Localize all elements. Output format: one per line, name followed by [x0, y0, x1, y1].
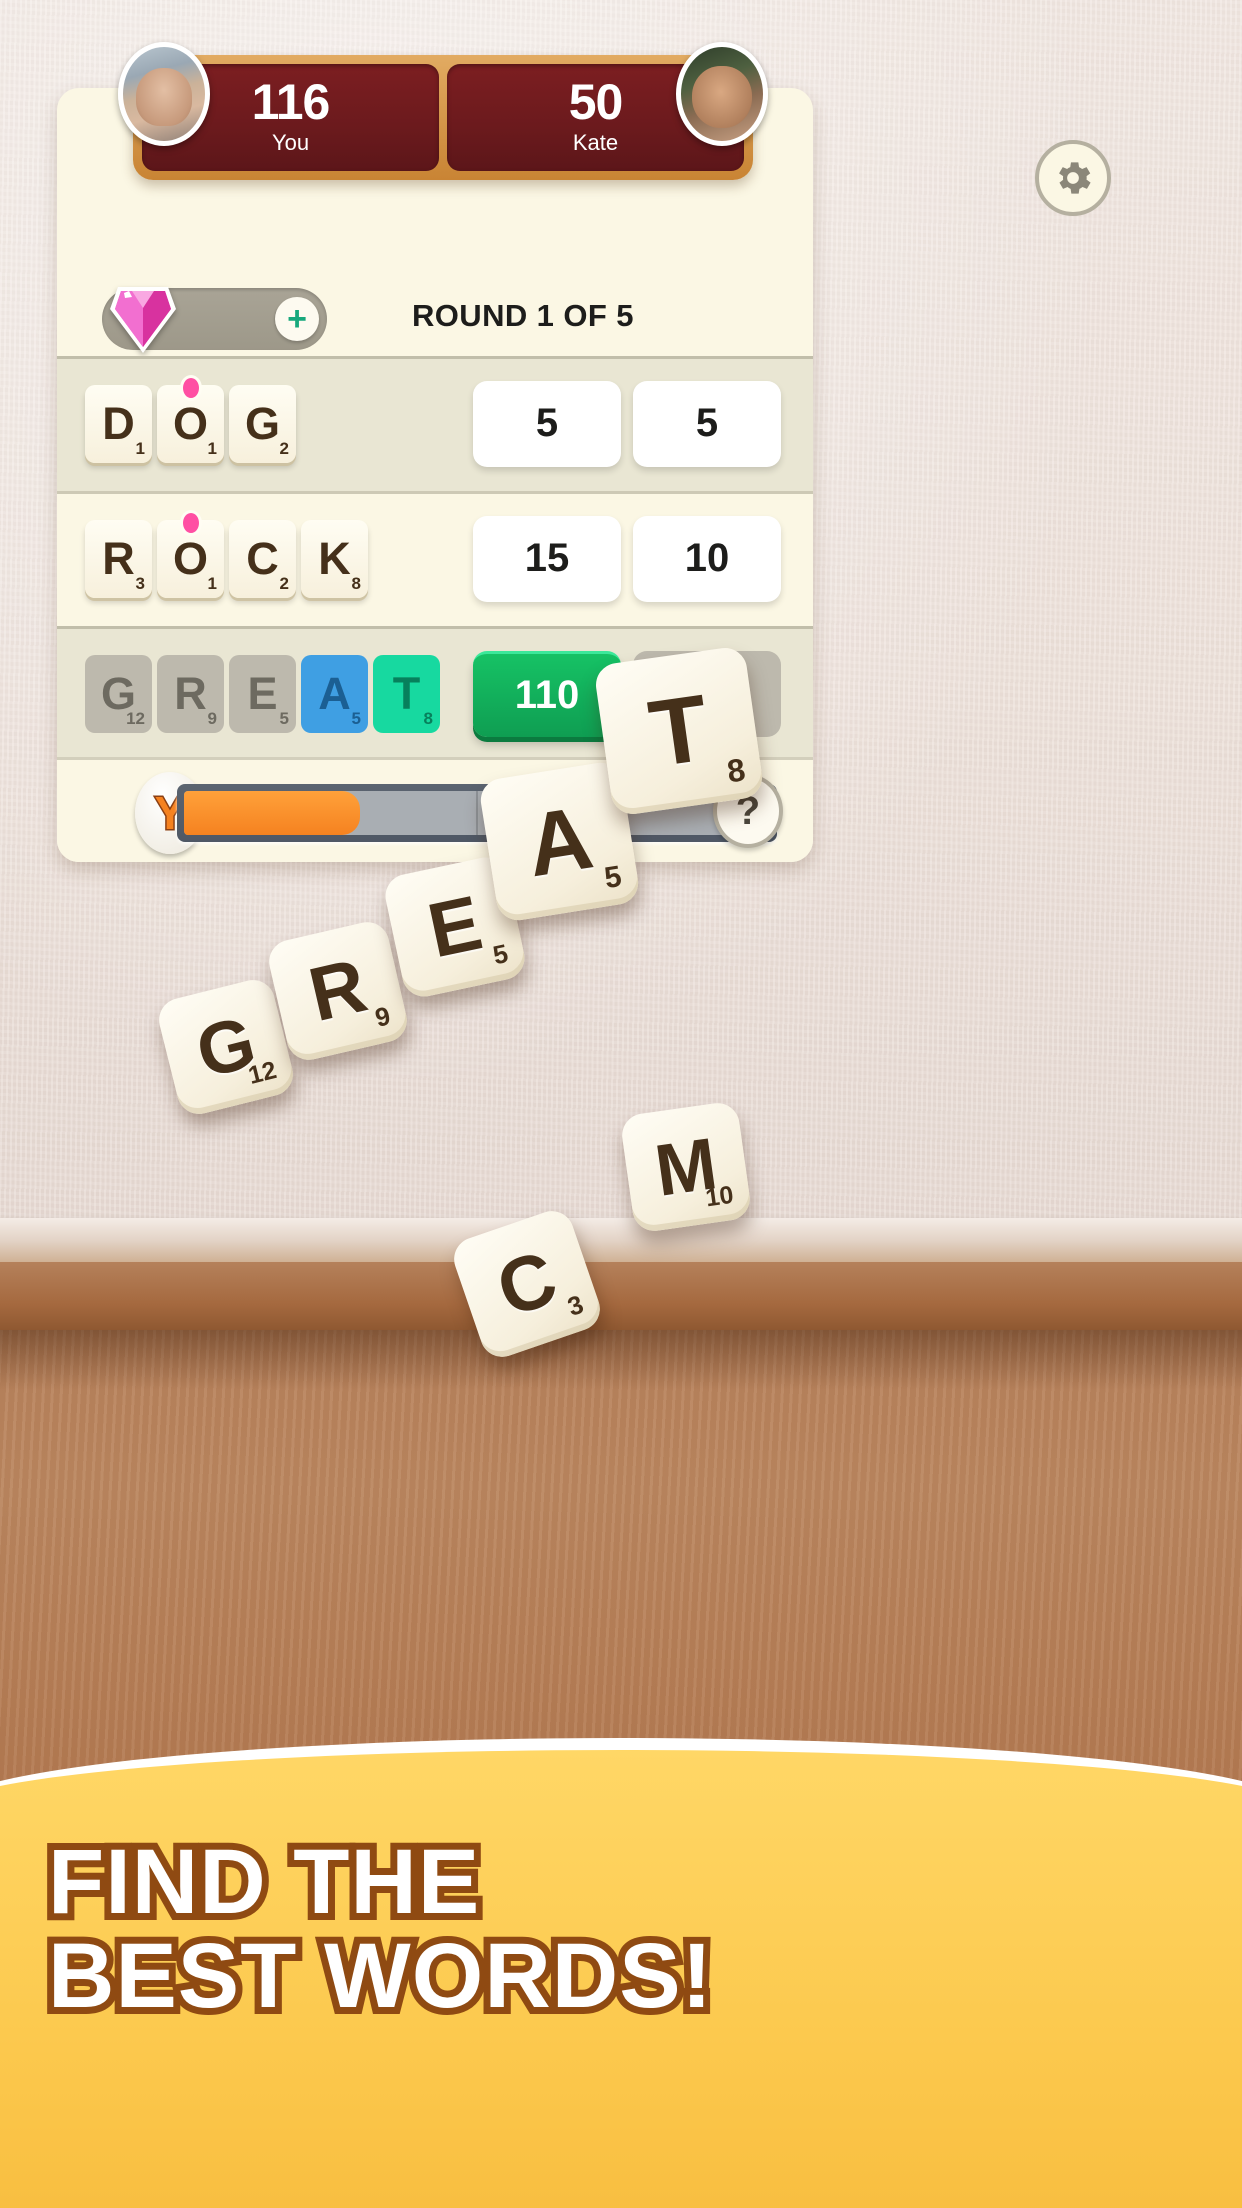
- tile-points: 1: [207, 438, 217, 458]
- tile-letter: A: [318, 668, 351, 719]
- player-name: You: [271, 130, 310, 156]
- falling-letter-tile: M 10: [619, 1100, 753, 1234]
- tile-points: 12: [126, 708, 145, 728]
- score-you: 15: [473, 515, 621, 602]
- letter-tile[interactable]: C2: [229, 519, 296, 598]
- letter-tile[interactable]: D1: [85, 384, 152, 463]
- tile-group: D1O1G2: [85, 374, 296, 463]
- tile-letter: T: [392, 668, 421, 719]
- score-them: 5: [633, 380, 781, 467]
- table-edge: [0, 1262, 1242, 1332]
- row-scores: 15 10: [467, 491, 787, 626]
- tile-letter: E: [247, 668, 278, 719]
- round-label: ROUND 1 OF 5: [412, 298, 634, 333]
- tile-letter: C: [246, 533, 279, 584]
- avatar[interactable]: [676, 42, 768, 146]
- tile-letter: D: [102, 398, 135, 449]
- tile-points: 8: [724, 751, 748, 790]
- score-you: 5: [473, 380, 621, 467]
- gem-counter[interactable]: 0 +: [102, 287, 327, 353]
- letter-tile[interactable]: R9: [157, 654, 224, 733]
- score-value: 116: [251, 73, 331, 130]
- tile-marker-dot: [179, 509, 202, 536]
- tile-points: 12: [245, 1056, 280, 1090]
- tile-letter: G: [244, 398, 280, 449]
- letter-tile[interactable]: R3: [85, 519, 152, 598]
- tile-points: 2: [279, 573, 289, 593]
- tile-points: 5: [602, 859, 624, 896]
- tile-points: 8: [423, 708, 433, 728]
- promo-line-2: BEST WORDS!: [41, 1922, 719, 2030]
- letter-tile[interactable]: O1: [157, 509, 224, 598]
- letter-tile[interactable]: T8: [373, 654, 440, 733]
- tile-letter: R: [102, 533, 135, 584]
- tile-points: 9: [372, 1000, 394, 1033]
- wall-ledge: [0, 1218, 1242, 1268]
- tile-points: 1: [135, 438, 145, 458]
- tile-letter: R: [174, 668, 207, 719]
- status-row: 0 + ROUND 1 OF 5 YOU THEM: [57, 280, 813, 355]
- tile-group: G 12 R 9 E 5 A 5 T 8: [85, 654, 440, 733]
- letter-tile[interactable]: G 12: [85, 654, 152, 733]
- tile-letter: E: [420, 879, 489, 974]
- falling-letter-tile: T8: [593, 645, 765, 817]
- tile-points: 9: [207, 708, 217, 728]
- letter-tile[interactable]: G2: [229, 384, 296, 463]
- score-value: 50: [568, 73, 624, 130]
- gear-icon[interactable]: [1035, 140, 1111, 216]
- gear-glyph: [1059, 162, 1091, 194]
- gem-add-label: +: [287, 300, 307, 338]
- tile-group: R3O1C2K8: [85, 509, 368, 598]
- tile-letter: O: [172, 533, 208, 584]
- tile-points: 5: [490, 937, 511, 971]
- avatar[interactable]: [118, 42, 210, 146]
- tile-points: 2: [279, 438, 289, 458]
- letter-tile[interactable]: E5: [229, 654, 296, 733]
- table-shadow: [0, 1330, 1242, 1390]
- promo-text: FIND THE BEST WORDS!: [41, 1828, 948, 2030]
- tile-marker-dot: [179, 374, 202, 401]
- score-bar: 116 You 50 Kate: [118, 42, 768, 180]
- promo-banner: FIND THE BEST WORDS!: [0, 1738, 1242, 2208]
- tile-letter: A: [519, 786, 599, 896]
- player-name: Kate: [572, 130, 619, 156]
- promo-line-1: FIND THE: [41, 1828, 486, 1936]
- tile-points: 3: [135, 573, 145, 593]
- score-them: 10: [633, 515, 781, 602]
- letter-tile[interactable]: A5: [301, 654, 368, 733]
- word-row[interactable]: D1O1G255: [57, 356, 813, 491]
- tile-points: 5: [279, 708, 289, 728]
- letter-tile[interactable]: O1: [157, 374, 224, 463]
- player-score-kate[interactable]: 50 Kate: [447, 42, 768, 171]
- tile-letter: T: [643, 674, 715, 787]
- tile-points: 5: [351, 708, 361, 728]
- player-score-you[interactable]: 116 You: [118, 42, 439, 171]
- progress-fill: [184, 791, 360, 835]
- tile-points: 3: [563, 1288, 588, 1322]
- tile-letter: K: [318, 533, 351, 584]
- word-row[interactable]: R 3 O 1 C 2 K 8 15 10: [57, 491, 813, 626]
- tile-points: 1: [207, 573, 217, 593]
- gem-icon: [110, 287, 176, 353]
- letter-tile[interactable]: K8: [301, 519, 368, 598]
- add-gems-button[interactable]: +: [275, 297, 319, 341]
- tile-points: 8: [351, 573, 361, 593]
- tile-letter: R: [301, 942, 375, 1039]
- tile-letter: C: [486, 1233, 568, 1334]
- tile-letter: O: [172, 398, 208, 449]
- tile-points: 10: [703, 1180, 736, 1213]
- row-scores: 55: [467, 356, 787, 491]
